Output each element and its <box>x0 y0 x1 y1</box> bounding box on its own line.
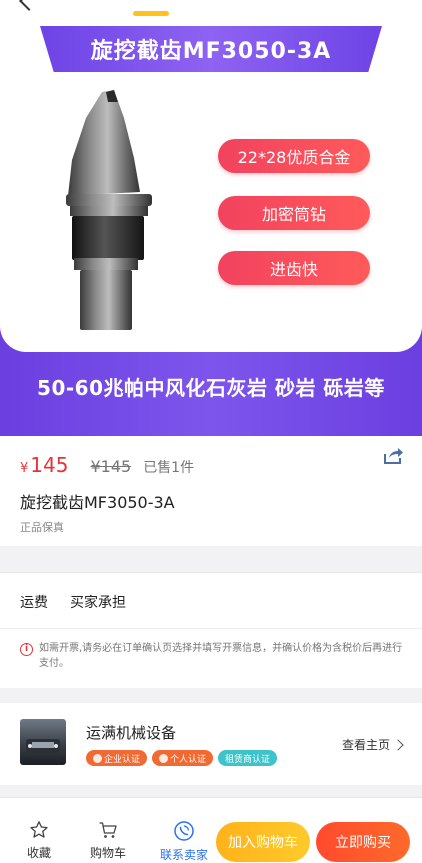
banner-title: 旋挖截齿MF3050-3A <box>40 26 382 72</box>
banner-rock-types: 50-60兆帕中风化石灰岩 砂岩 砾岩等 <box>37 376 385 400</box>
view-shop-home-link[interactable]: 查看主页 <box>341 736 404 753</box>
current-price: 145 <box>30 453 69 477</box>
shop-name[interactable]: 运满机械设备 <box>86 722 176 743</box>
image-indicator <box>133 11 169 16</box>
badge-rental: 租赁商认证 <box>218 750 278 766</box>
cart-icon <box>99 822 117 838</box>
buy-now-button[interactable]: 立即购买 <box>316 822 410 862</box>
home-link-label: 查看主页 <box>341 738 390 752</box>
star-icon <box>30 821 48 838</box>
cart-button[interactable]: 购物车 <box>86 820 130 861</box>
bottom-action-bar: 收藏 购物车 联系卖家 加入购物车 立即购买 <box>0 797 422 863</box>
contact-seller-button[interactable]: 联系卖家 <box>156 820 212 863</box>
price-section: ¥ 145 ¥145 已售1件 旋挖截齿MF3050-3A 正品保真 <box>0 436 422 546</box>
share-icon[interactable] <box>382 446 404 466</box>
contact-label: 联系卖家 <box>159 848 208 862</box>
shop-avatar[interactable] <box>20 719 66 765</box>
banner-title-text: 旋挖截齿MF3050-3A <box>90 39 332 64</box>
shipping-section: 运费 买家承担 i 如需开票,请务必在订单确认页选择并填写开票信息，并确认价格为… <box>0 572 422 688</box>
shipping-label: 运费 <box>20 595 48 611</box>
currency-symbol: ¥ <box>20 461 29 476</box>
guarantee-label: 正品保真 <box>20 521 64 534</box>
feature-pill-speed: 进齿快 <box>218 251 370 285</box>
invoice-notice-text: 如需开票,请务必在订单确认页选择并填写开票信息，并确认价格为含税价后再进行支付。 <box>39 643 403 669</box>
badge-personal: 个人认证 <box>152 750 214 766</box>
original-price: ¥145 <box>90 457 132 476</box>
chevron-right-icon <box>392 738 404 751</box>
shop-section[interactable]: 运满机械设备 企业认证 个人认证 租赁商认证 查看主页 <box>0 703 422 785</box>
certification-badges: 企业认证 个人认证 租赁商认证 <box>86 750 278 766</box>
shipping-row: 运费 买家承担 <box>20 592 126 612</box>
price-row: ¥ 145 ¥145 已售1件 <box>20 453 194 477</box>
product-title: 旋挖截齿MF3050-3A <box>20 493 175 512</box>
feature-pill-alloy: 22*28优质合金 <box>218 139 370 173</box>
add-to-cart-button[interactable]: 加入购物车 <box>216 822 310 862</box>
shield-icon <box>93 753 102 763</box>
person-icon <box>159 753 169 763</box>
cutting-tooth-image <box>66 90 152 330</box>
favorite-label: 收藏 <box>26 846 51 860</box>
badge-enterprise: 企业认证 <box>86 750 148 766</box>
product-image-banner: 旋挖截齿MF3050-3A 22*28优质合金 加密筒钻 进齿快 50-60兆帕… <box>0 0 422 436</box>
feature-pill-drill: 加密筒钻 <box>218 196 370 230</box>
divider <box>0 628 422 629</box>
shipping-value: 买家承担 <box>70 595 126 611</box>
favorite-button[interactable]: 收藏 <box>17 820 61 861</box>
cart-label: 购物车 <box>89 846 126 860</box>
chat-icon <box>174 821 194 841</box>
sold-count: 已售1件 <box>143 460 195 476</box>
invoice-notice: i 如需开票,请务必在订单确认页选择并填写开票信息，并确认价格为含税价后再进行支… <box>20 641 406 671</box>
info-icon: i <box>20 643 33 656</box>
